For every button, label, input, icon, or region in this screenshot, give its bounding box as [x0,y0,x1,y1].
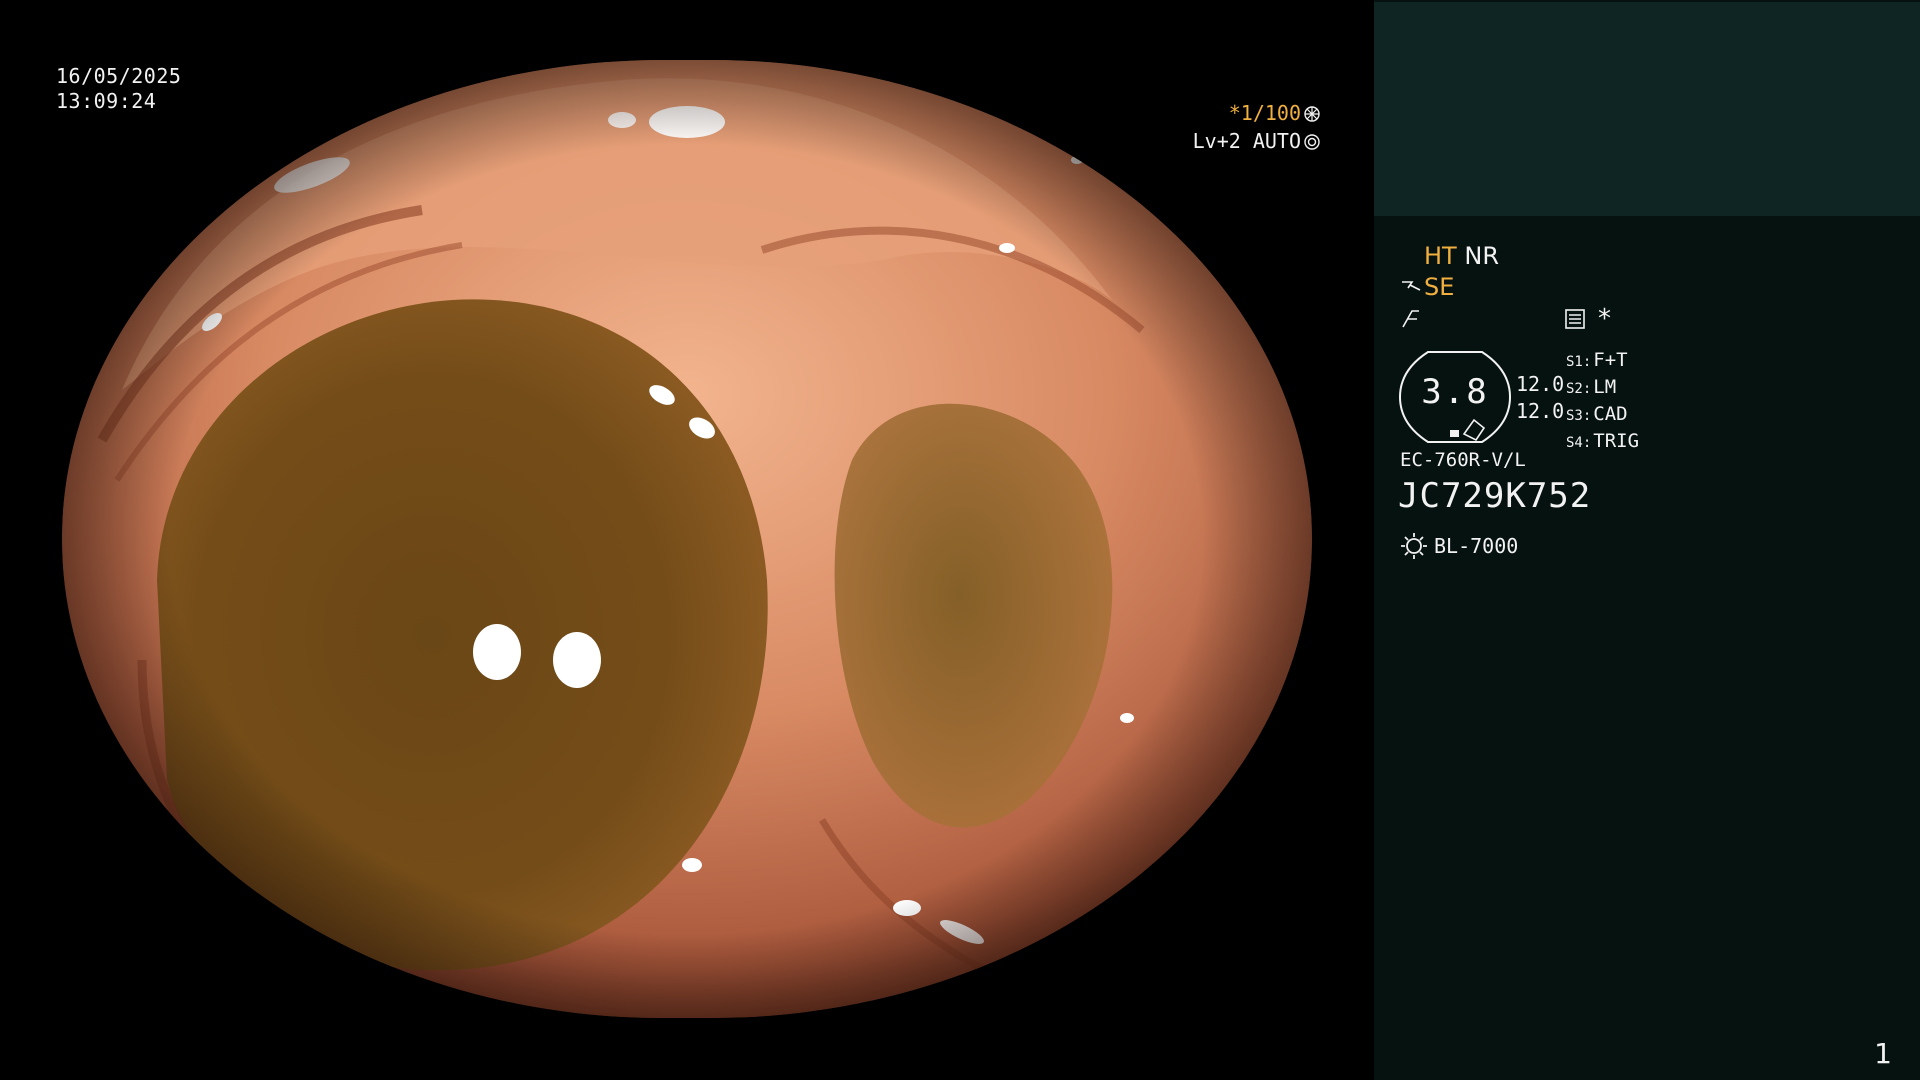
memory-mark: * [1598,304,1611,334]
time-text: 13:09:24 [56,89,157,113]
switch-row: S4: TRIG [1566,430,1640,452]
mode-nr-label: NR [1464,242,1499,270]
mode-row-curve [1400,304,1499,335]
switch-row: S3: CAD [1566,403,1628,425]
endoscope-image [62,60,1312,1018]
channel-1-value: 12.0 [1516,372,1565,396]
light-source-icon [1401,533,1427,559]
endoscopy-display: 16/05/2025 13:09:24 *1/100 Lv+2 AUTO HT … [0,0,1920,1080]
mode-ht-label: HT [1424,242,1457,270]
date-text: 16/05/2025 [56,64,182,88]
shutter-row: *1/100 [1193,99,1320,127]
gamma-curve-icon [1402,310,1419,328]
shutter-speed-text: *1/100 [1228,101,1301,125]
mode-row-se: SE [1400,273,1499,304]
channel-2-value: 12.0 [1516,399,1565,423]
switch-row: S1: F+T [1566,349,1628,371]
scope-serial-text: JC729K752 [1398,476,1592,516]
info-panel-header [1374,2,1920,216]
date-time-readout: 16/05/2025 13:09:24 [56,64,181,114]
scope-diameter-value: 3.8 [1421,372,1489,412]
scope-switch-list: S1: F+T S2: LM S3: CAD S4: TRIG [1566,348,1639,456]
scope-model-text: EC-760R-V/L [1400,449,1526,471]
colon-lumen-image [62,60,1312,1018]
brightness-level-text: Lv+2 AUTO [1192,129,1301,153]
aperture-icon [1304,106,1320,122]
mode-se-label: SE [1424,273,1455,301]
light-source-model: BL-7000 [1434,534,1519,558]
iris-icon [1304,134,1320,150]
page-number: 1 [1874,1037,1892,1070]
image-mode-list: HT NR SE [1400,242,1499,335]
light-source-readout: BL-7000 [1400,532,1518,560]
exposure-readout: *1/100 Lv+2 AUTO [1193,99,1320,155]
mode-row-ht-nr: HT NR [1400,242,1499,273]
level-row: Lv+2 AUTO [1193,127,1320,155]
structure-enhance-icon [1402,281,1421,291]
switch-row: S2: LM [1566,376,1617,398]
memory-icon [1565,309,1585,329]
channel-readout: 12.0 12.0 [1516,371,1564,425]
